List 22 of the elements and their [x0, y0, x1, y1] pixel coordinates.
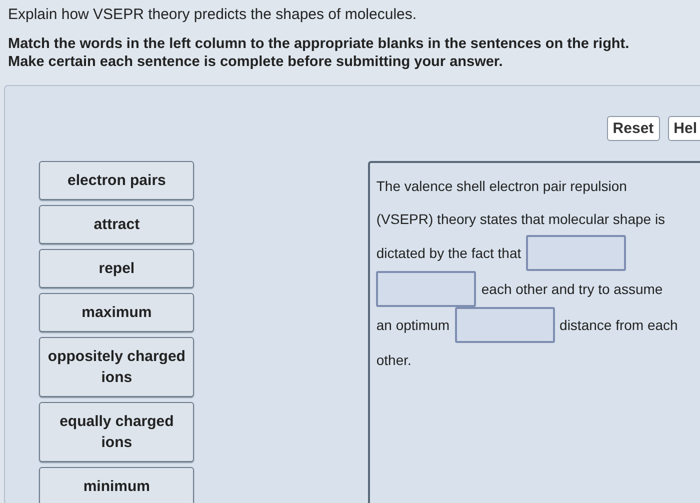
word-tile[interactable]: electron pairs [39, 161, 194, 200]
instruction-text: Match the words in the left column to the appropriate blanks in the sentences on the right. [8, 35, 630, 53]
word-tile[interactable]: repel [39, 249, 194, 288]
sentence-text: an optimum [376, 317, 450, 333]
drop-target[interactable] [376, 271, 476, 307]
sentence-text: dictated by the fact that [376, 245, 522, 261]
word-tile[interactable]: minimum [39, 467, 194, 503]
word-tile[interactable]: oppositely charged ions [39, 337, 194, 397]
sentence-text: The valence shell electron pair repulsion [376, 178, 627, 194]
word-tile[interactable]: maximum [39, 293, 194, 332]
instruction-text: Make certain each sentence is complete before submitting your answer. [8, 53, 504, 71]
sentence-text: other. [376, 352, 412, 368]
word-tile[interactable]: equally charged ions [39, 402, 194, 462]
question-text: Explain how VSEPR theory predicts the shapes of molecules. [8, 6, 418, 23]
sentence-text: distance from each [560, 317, 678, 333]
word-tile[interactable]: attract [39, 205, 194, 244]
sentence-text: (VSEPR) theory states that molecular shape is [376, 210, 666, 226]
help-button[interactable]: Hel [668, 116, 700, 141]
drop-target[interactable] [526, 235, 626, 271]
drop-target[interactable] [454, 307, 555, 343]
sentence-text: each other and try to assume [481, 281, 663, 297]
reset-button[interactable]: Reset [606, 116, 660, 141]
